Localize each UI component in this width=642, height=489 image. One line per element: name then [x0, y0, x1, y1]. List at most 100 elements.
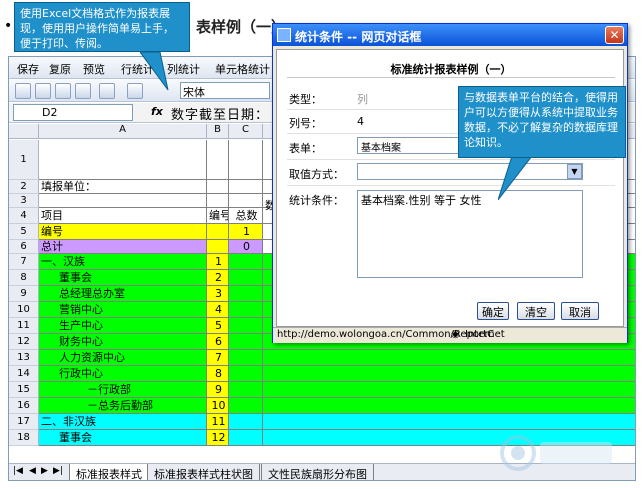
row-header[interactable]: 11: [9, 318, 39, 334]
close-icon[interactable]: ✕: [605, 26, 624, 44]
row-header[interactable]: 10: [9, 302, 39, 318]
menu-save[interactable]: 保存: [17, 61, 39, 77]
row-header[interactable]: 8: [9, 270, 39, 286]
print-icon[interactable]: [75, 83, 91, 99]
table-cell[interactable]: [263, 414, 635, 430]
menu-col-stats[interactable]: 列统计: [167, 61, 200, 77]
row-header[interactable]: 2: [9, 180, 39, 194]
row-header[interactable]: 12: [9, 334, 39, 350]
table-cell[interactable]: 4: [207, 302, 229, 318]
chevron-down-icon[interactable]: ▼: [567, 164, 582, 179]
table-cell[interactable]: [263, 382, 635, 398]
table-cell[interactable]: [207, 140, 229, 180]
table-cell[interactable]: 1: [229, 224, 263, 240]
table-cell[interactable]: [263, 350, 635, 366]
fx-icon[interactable]: fx: [151, 105, 163, 118]
table-cell[interactable]: 二、非汉族: [39, 414, 207, 430]
value-mode-select[interactable]: [357, 163, 583, 180]
table-cell[interactable]: [207, 180, 229, 194]
table-cell[interactable]: 5: [207, 318, 229, 334]
corner-select-all[interactable]: [9, 124, 39, 139]
row-header[interactable]: 1: [9, 140, 39, 180]
table-cell[interactable]: 董事会: [39, 270, 207, 286]
table-cell[interactable]: 2: [207, 270, 229, 286]
row-header[interactable]: 5: [9, 224, 39, 240]
table-cell[interactable]: [229, 350, 263, 366]
new-file-icon[interactable]: [15, 83, 31, 99]
table-cell[interactable]: 编号: [39, 224, 207, 240]
table-cell[interactable]: [207, 194, 229, 208]
table-cell[interactable]: 项目: [39, 208, 207, 224]
tab-prev-icon[interactable]: ◀: [29, 466, 36, 476]
row-header[interactable]: 17: [9, 414, 39, 430]
sheet-tab-standard[interactable]: 标准报表样式: [69, 464, 149, 480]
table-cell[interactable]: 0: [229, 240, 263, 254]
row-header[interactable]: 3: [9, 194, 39, 208]
open-folder-icon[interactable]: [35, 83, 51, 99]
row-header[interactable]: 6: [9, 240, 39, 254]
row-header[interactable]: 7: [9, 254, 39, 270]
undo-icon[interactable]: [99, 83, 115, 99]
row-header[interactable]: 4: [9, 208, 39, 224]
sheet-tab-bar-chart[interactable]: 标准报表样式柱状图: [147, 464, 260, 480]
table-cell[interactable]: 11: [207, 414, 229, 430]
table-cell[interactable]: [229, 270, 263, 286]
table-cell[interactable]: [229, 366, 263, 382]
condition-textarea[interactable]: 基本档案.性别 等于 女性: [357, 190, 583, 278]
menu-preview[interactable]: 预览: [83, 61, 105, 77]
table-cell[interactable]: 3: [207, 286, 229, 302]
row-header[interactable]: 9: [9, 286, 39, 302]
tab-last-icon[interactable]: ▶|: [53, 466, 63, 476]
table-cell[interactable]: 行政中心: [39, 366, 207, 382]
table-cell[interactable]: 1: [207, 254, 229, 270]
table-cell[interactable]: 总计: [39, 240, 207, 254]
table-cell[interactable]: 9: [207, 382, 229, 398]
table-cell[interactable]: 填报单位：: [39, 180, 207, 194]
name-box[interactable]: D2: [13, 104, 133, 121]
formula-value[interactable]: 数字截至日期：: [171, 104, 269, 123]
table-cell[interactable]: 总数: [229, 208, 263, 224]
table-cell[interactable]: [229, 302, 263, 318]
row-header[interactable]: 18: [9, 430, 39, 446]
table-cell[interactable]: [263, 398, 635, 414]
save-icon[interactable]: [55, 83, 71, 99]
table-cell[interactable]: －总务后勤部: [39, 398, 207, 414]
table-cell[interactable]: 生产中心: [39, 318, 207, 334]
table-cell[interactable]: [229, 414, 263, 430]
table-cell[interactable]: 营销中心: [39, 302, 207, 318]
column-header-b[interactable]: B: [207, 124, 229, 139]
table-cell[interactable]: 10: [207, 398, 229, 414]
table-cell[interactable]: 总经理总办室: [39, 286, 207, 302]
sheet-tab-pie-chart[interactable]: 文性民族扇形分布图: [261, 464, 374, 480]
column-header-c[interactable]: C: [229, 124, 263, 139]
table-cell[interactable]: －行政部: [39, 382, 207, 398]
column-header-a[interactable]: A: [39, 124, 207, 139]
table-cell[interactable]: 人力资源中心: [39, 350, 207, 366]
table-cell[interactable]: 8: [207, 366, 229, 382]
table-cell[interactable]: [229, 430, 263, 446]
row-header[interactable]: 13: [9, 350, 39, 366]
tab-first-icon[interactable]: |◀: [13, 466, 23, 476]
table-cell[interactable]: [229, 382, 263, 398]
table-cell[interactable]: 7: [207, 350, 229, 366]
tab-next-icon[interactable]: ▶: [41, 466, 48, 476]
table-cell[interactable]: [39, 194, 207, 208]
table-cell[interactable]: [229, 254, 263, 270]
menu-restore[interactable]: 复原: [49, 61, 71, 77]
form-select[interactable]: 基本档案: [357, 137, 467, 154]
row-header[interactable]: 16: [9, 398, 39, 414]
menu-cell-stats[interactable]: 单元格统计: [215, 61, 270, 77]
table-cell[interactable]: [229, 194, 263, 208]
clear-button[interactable]: 清空: [517, 302, 555, 320]
table-cell[interactable]: [39, 140, 207, 180]
table-cell[interactable]: [207, 224, 229, 240]
row-header[interactable]: 14: [9, 366, 39, 382]
row-header[interactable]: 15: [9, 382, 39, 398]
table-cell[interactable]: [229, 318, 263, 334]
table-cell[interactable]: 财务中心: [39, 334, 207, 350]
ok-button[interactable]: 确定: [477, 302, 509, 320]
table-cell[interactable]: 12: [207, 430, 229, 446]
table-cell[interactable]: 编号: [207, 208, 229, 224]
table-cell[interactable]: [263, 366, 635, 382]
table-cell[interactable]: 董事会: [39, 430, 207, 446]
